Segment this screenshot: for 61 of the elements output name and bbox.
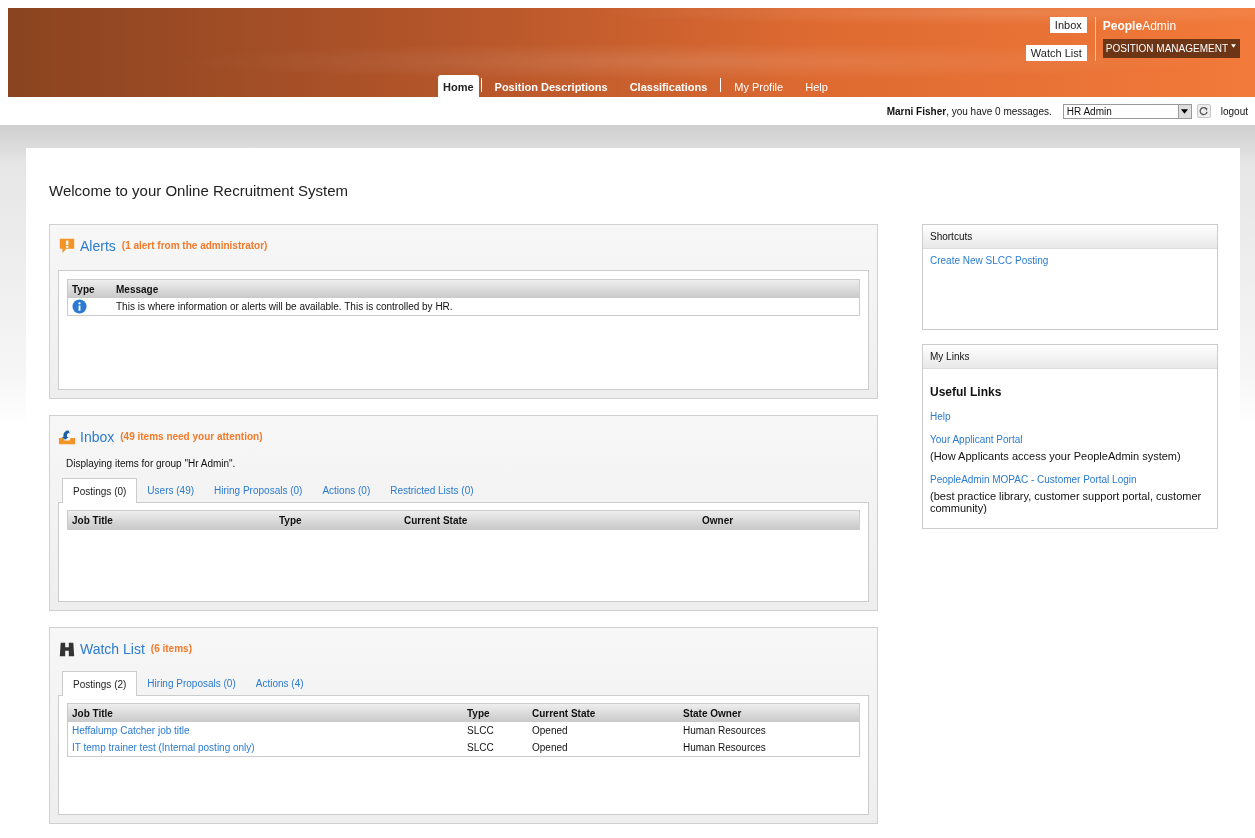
- link-description: (How Applicants access your PeopleAdmin system): [930, 450, 1182, 462]
- column-header: Type: [72, 283, 96, 295]
- links-heading: Useful Links: [930, 385, 1003, 399]
- column-header: Current State: [532, 707, 597, 719]
- column-header: Message: [116, 283, 160, 295]
- useful-link[interactable]: Your Applicant Portal: [930, 434, 1210, 445]
- job-title-link[interactable]: IT temp trainer test (Internal posting only): [72, 742, 467, 753]
- panel-subtitle: (49 items need your attention): [120, 431, 263, 442]
- nav-tab[interactable]: Help: [794, 76, 839, 97]
- info-icon: [72, 299, 87, 314]
- table-cell-text: Human Resources: [683, 742, 767, 753]
- panel-title: Watch List: [80, 640, 145, 657]
- module-menu[interactable]: POSITION MANAGEMENT: [1102, 39, 1240, 58]
- shortcut-link[interactable]: Create New SLCC Posting: [930, 255, 1210, 266]
- nav-tab[interactable]: Home: [438, 75, 479, 97]
- caret-icon: [1181, 108, 1189, 114]
- panel-tab[interactable]: Actions (0): [312, 479, 381, 502]
- job-title-link[interactable]: Heffalump Catcher job title: [72, 725, 467, 736]
- panel-title: My Links: [923, 345, 1217, 369]
- nav-tab[interactable]: My Profile: [723, 76, 795, 97]
- useful-link[interactable]: PeopleAdmin MOPAC - Customer Portal Login: [930, 474, 1210, 485]
- column-header: Type: [279, 514, 303, 526]
- role-select[interactable]: HR Admin: [1062, 103, 1192, 119]
- nav-tab[interactable]: Classifications: [618, 76, 719, 97]
- panel-tab[interactable]: Users (49): [137, 479, 205, 502]
- table-cell-text: SLCC: [467, 725, 495, 736]
- speech-bubble-icon: [58, 236, 76, 255]
- column-header: Job Title: [72, 707, 114, 719]
- panel-title: Shortcuts: [923, 225, 1217, 249]
- header-link[interactable]: Watch List: [1025, 45, 1087, 61]
- table-cell-text: Opened: [532, 725, 569, 736]
- panel-title: Alerts: [80, 237, 116, 254]
- useful-link[interactable]: Help: [930, 411, 1210, 422]
- column-header: Owner: [702, 514, 735, 526]
- table-cell-text: Opened: [532, 742, 569, 753]
- link-description: (best practice library, customer support portal, customer community): [930, 490, 1203, 514]
- caret-icon: [1231, 44, 1236, 48]
- panel-tab[interactable]: Hiring Proposals (0): [137, 672, 246, 695]
- panel-title: Inbox: [80, 428, 115, 445]
- column-header: State Owner: [683, 707, 743, 719]
- group-note: Displaying items for group "Hr Admin".: [66, 458, 237, 469]
- page-title: Welcome to your Online Recruitment System: [49, 182, 349, 199]
- panel-tab[interactable]: Hiring Proposals (0): [204, 479, 313, 502]
- greeting-text: Marni Fisher, you have 0 messages.: [886, 105, 1052, 117]
- refresh-icon[interactable]: [1196, 104, 1211, 118]
- column-header: Job Title: [72, 514, 114, 526]
- panel-subtitle: (1 alert from the administrator): [121, 240, 268, 251]
- panel-tab[interactable]: Postings (0): [62, 478, 138, 503]
- table-cell-text: Human Resources: [683, 725, 767, 736]
- logo: PeopleAdmin: [1102, 19, 1178, 33]
- table-cell-text: This is where information or alerts will be available. This is controlled by HR.: [116, 301, 454, 312]
- column-header: Type: [467, 707, 491, 719]
- panel-tab[interactable]: Actions (4): [245, 672, 314, 695]
- logout-link[interactable]: logout: [1220, 105, 1248, 117]
- panel-subtitle: (6 items): [150, 643, 192, 654]
- panel-tab[interactable]: Restricted Lists (0): [380, 479, 484, 502]
- table-cell-text: SLCC: [467, 742, 495, 753]
- panel-tab[interactable]: Postings (2): [62, 671, 138, 696]
- column-header: Current State: [404, 514, 469, 526]
- nav-tab[interactable]: Position Descriptions: [483, 76, 619, 97]
- header-link[interactable]: Inbox: [1049, 17, 1087, 33]
